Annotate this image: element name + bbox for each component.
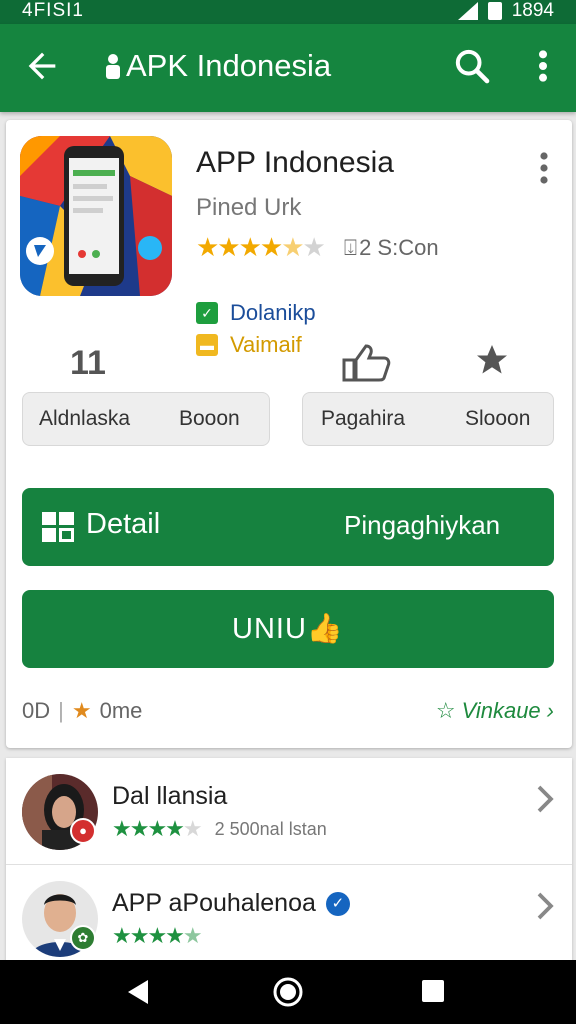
chevron-right-icon[interactable] bbox=[534, 784, 556, 814]
list-item-rating: ★★★★★ 2 500nal lstan bbox=[112, 816, 327, 841]
badge-vaimaif: ▬ Vaimaif bbox=[196, 332, 302, 358]
outline-star-icon: ☆ bbox=[435, 698, 456, 723]
person-small-icon: ⍗ bbox=[343, 234, 358, 260]
developer-name[interactable]: Pined Urk bbox=[196, 194, 301, 222]
footer-star-icon: ★ bbox=[71, 698, 92, 723]
warning-badge-icon: ▬ bbox=[196, 334, 218, 356]
card-more-vert-icon[interactable] bbox=[534, 150, 554, 186]
list-item-name: APP aPouhalenoa ✓ bbox=[112, 889, 350, 918]
nav-home-icon[interactable] bbox=[272, 976, 304, 1008]
rating-stars: ★★★★★ bbox=[112, 816, 203, 841]
nav-back-icon[interactable] bbox=[124, 978, 152, 1006]
back-arrow-icon[interactable] bbox=[22, 46, 62, 86]
grid-icon bbox=[42, 512, 74, 542]
stat-box-right[interactable]: Pagahira Slooon bbox=[302, 392, 554, 446]
thumbs-up-icon bbox=[342, 344, 391, 382]
battery-icon bbox=[487, 2, 502, 20]
review-count: ⍗ 2 S:Con bbox=[343, 234, 439, 260]
search-icon[interactable] bbox=[452, 46, 492, 86]
detail-button-label: Detail bbox=[86, 508, 161, 540]
footer-left: 0D | ★ 0me bbox=[22, 698, 143, 723]
rating-stars: ★★★★★ bbox=[112, 923, 203, 948]
avatar-badge-icon: ● bbox=[70, 818, 96, 844]
status-time: 1894 bbox=[511, 0, 554, 21]
rating-row: ★★★★★★ ⍗ 2 S:Con bbox=[196, 232, 439, 263]
list-item[interactable]: ✿ APP aPouhalenoa ✓ ★★★★★ bbox=[6, 864, 572, 970]
app-bar: APK Indonesia bbox=[0, 24, 576, 112]
rating-stars: ★★★★★★ bbox=[196, 232, 326, 262]
badge-dolanikp: ✓ Dolanikp bbox=[196, 300, 316, 326]
detail-button[interactable]: Detail Pingaghiykan bbox=[22, 488, 554, 566]
chevron-right-icon: › bbox=[546, 698, 554, 723]
person-icon bbox=[106, 54, 120, 79]
list-item[interactable]: ● Dal llansia ★★★★★ 2 500nal lstan bbox=[6, 758, 572, 864]
status-right: 1894 bbox=[457, 0, 554, 22]
downloads-icon: 11 bbox=[70, 344, 106, 382]
chevron-right-icon[interactable] bbox=[534, 891, 556, 921]
footer-link[interactable]: ☆ Vinkaue › bbox=[436, 698, 554, 724]
footer-row: 0D | ★ 0me ☆ Vinkaue › bbox=[22, 696, 554, 726]
avatar-badge-icon: ✿ bbox=[70, 925, 96, 951]
nav-recent-icon[interactable] bbox=[422, 980, 444, 1002]
app-bar-title: APK Indonesia bbox=[104, 48, 331, 84]
status-bar: 4FISI1 1894 bbox=[0, 0, 576, 24]
check-badge-icon: ✓ bbox=[196, 302, 218, 324]
app-detail-card: APP Indonesia Pined Urk ★★★★★★ ⍗ 2 S:Con… bbox=[6, 120, 572, 748]
verified-icon: ✓ bbox=[325, 891, 350, 916]
app-bar-title-text: APK Indonesia bbox=[126, 48, 332, 83]
stat-box-left[interactable]: Aldnlaska Booon bbox=[22, 392, 270, 446]
list-item-rating: ★★★★★ bbox=[112, 923, 203, 949]
app-icon bbox=[20, 136, 172, 296]
system-nav-bar bbox=[0, 960, 576, 1024]
status-left-text: 4FISI1 bbox=[22, 0, 84, 21]
app-name: APP Indonesia bbox=[196, 146, 394, 179]
list-item-name: Dal llansia bbox=[112, 782, 228, 810]
detail-button-secondary: Pingaghiykan bbox=[344, 510, 501, 540]
related-list: ● Dal llansia ★★★★★ 2 500nal lstan ✿ APP… bbox=[6, 758, 572, 978]
signal-icon bbox=[457, 2, 478, 20]
star-icon bbox=[477, 345, 507, 374]
thumbs-up-small-icon: 👍 bbox=[306, 613, 344, 645]
install-button[interactable]: UNIU👍 bbox=[22, 590, 554, 668]
more-vert-icon[interactable] bbox=[528, 46, 558, 86]
